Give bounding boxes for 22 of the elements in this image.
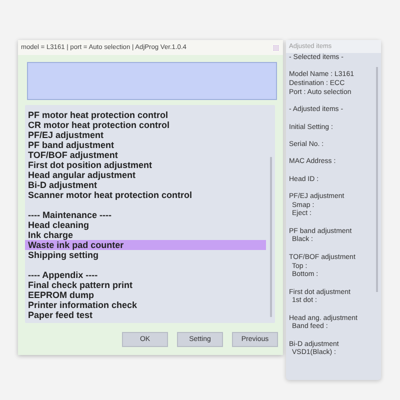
menu-item[interactable]: Paper feed test [25,310,270,320]
menu-item[interactable]: Ink charge [25,230,270,240]
grip-icon[interactable] [273,44,279,50]
section-heading: ---- Appendix ---- [27,270,99,280]
menu-item[interactable]: Head angular adjustment [25,170,270,180]
menu-item[interactable]: Head cleaning [25,220,270,230]
menu-item[interactable]: PF/EJ adjustment [25,130,270,140]
menu-item[interactable]: Printer information check [25,300,270,310]
menu-item[interactable]: Shipping setting [25,250,270,260]
scrollbar[interactable] [376,67,378,292]
menu-item[interactable]: PF motor heat protection control [25,110,270,120]
menu-item[interactable]: PF band adjustment [25,140,270,150]
section-heading: ---- Maintenance ---- [27,210,112,220]
menu-item[interactable]: CR motor heat protection control [25,120,270,130]
menu-item[interactable]: Final check pattern print [25,280,270,290]
menu-item[interactable]: Waste ink pad counter [25,240,266,250]
menu-item[interactable]: EEPROM dump [25,290,270,300]
menu-item[interactable]: Scanner motor heat protection control [25,190,270,200]
menu-item[interactable]: Bi-D adjustment [25,180,270,190]
scrollbar[interactable] [270,157,272,317]
menu-item[interactable]: First dot position adjustment [25,160,270,170]
menu-item[interactable]: TOF/BOF adjustment [25,150,270,160]
